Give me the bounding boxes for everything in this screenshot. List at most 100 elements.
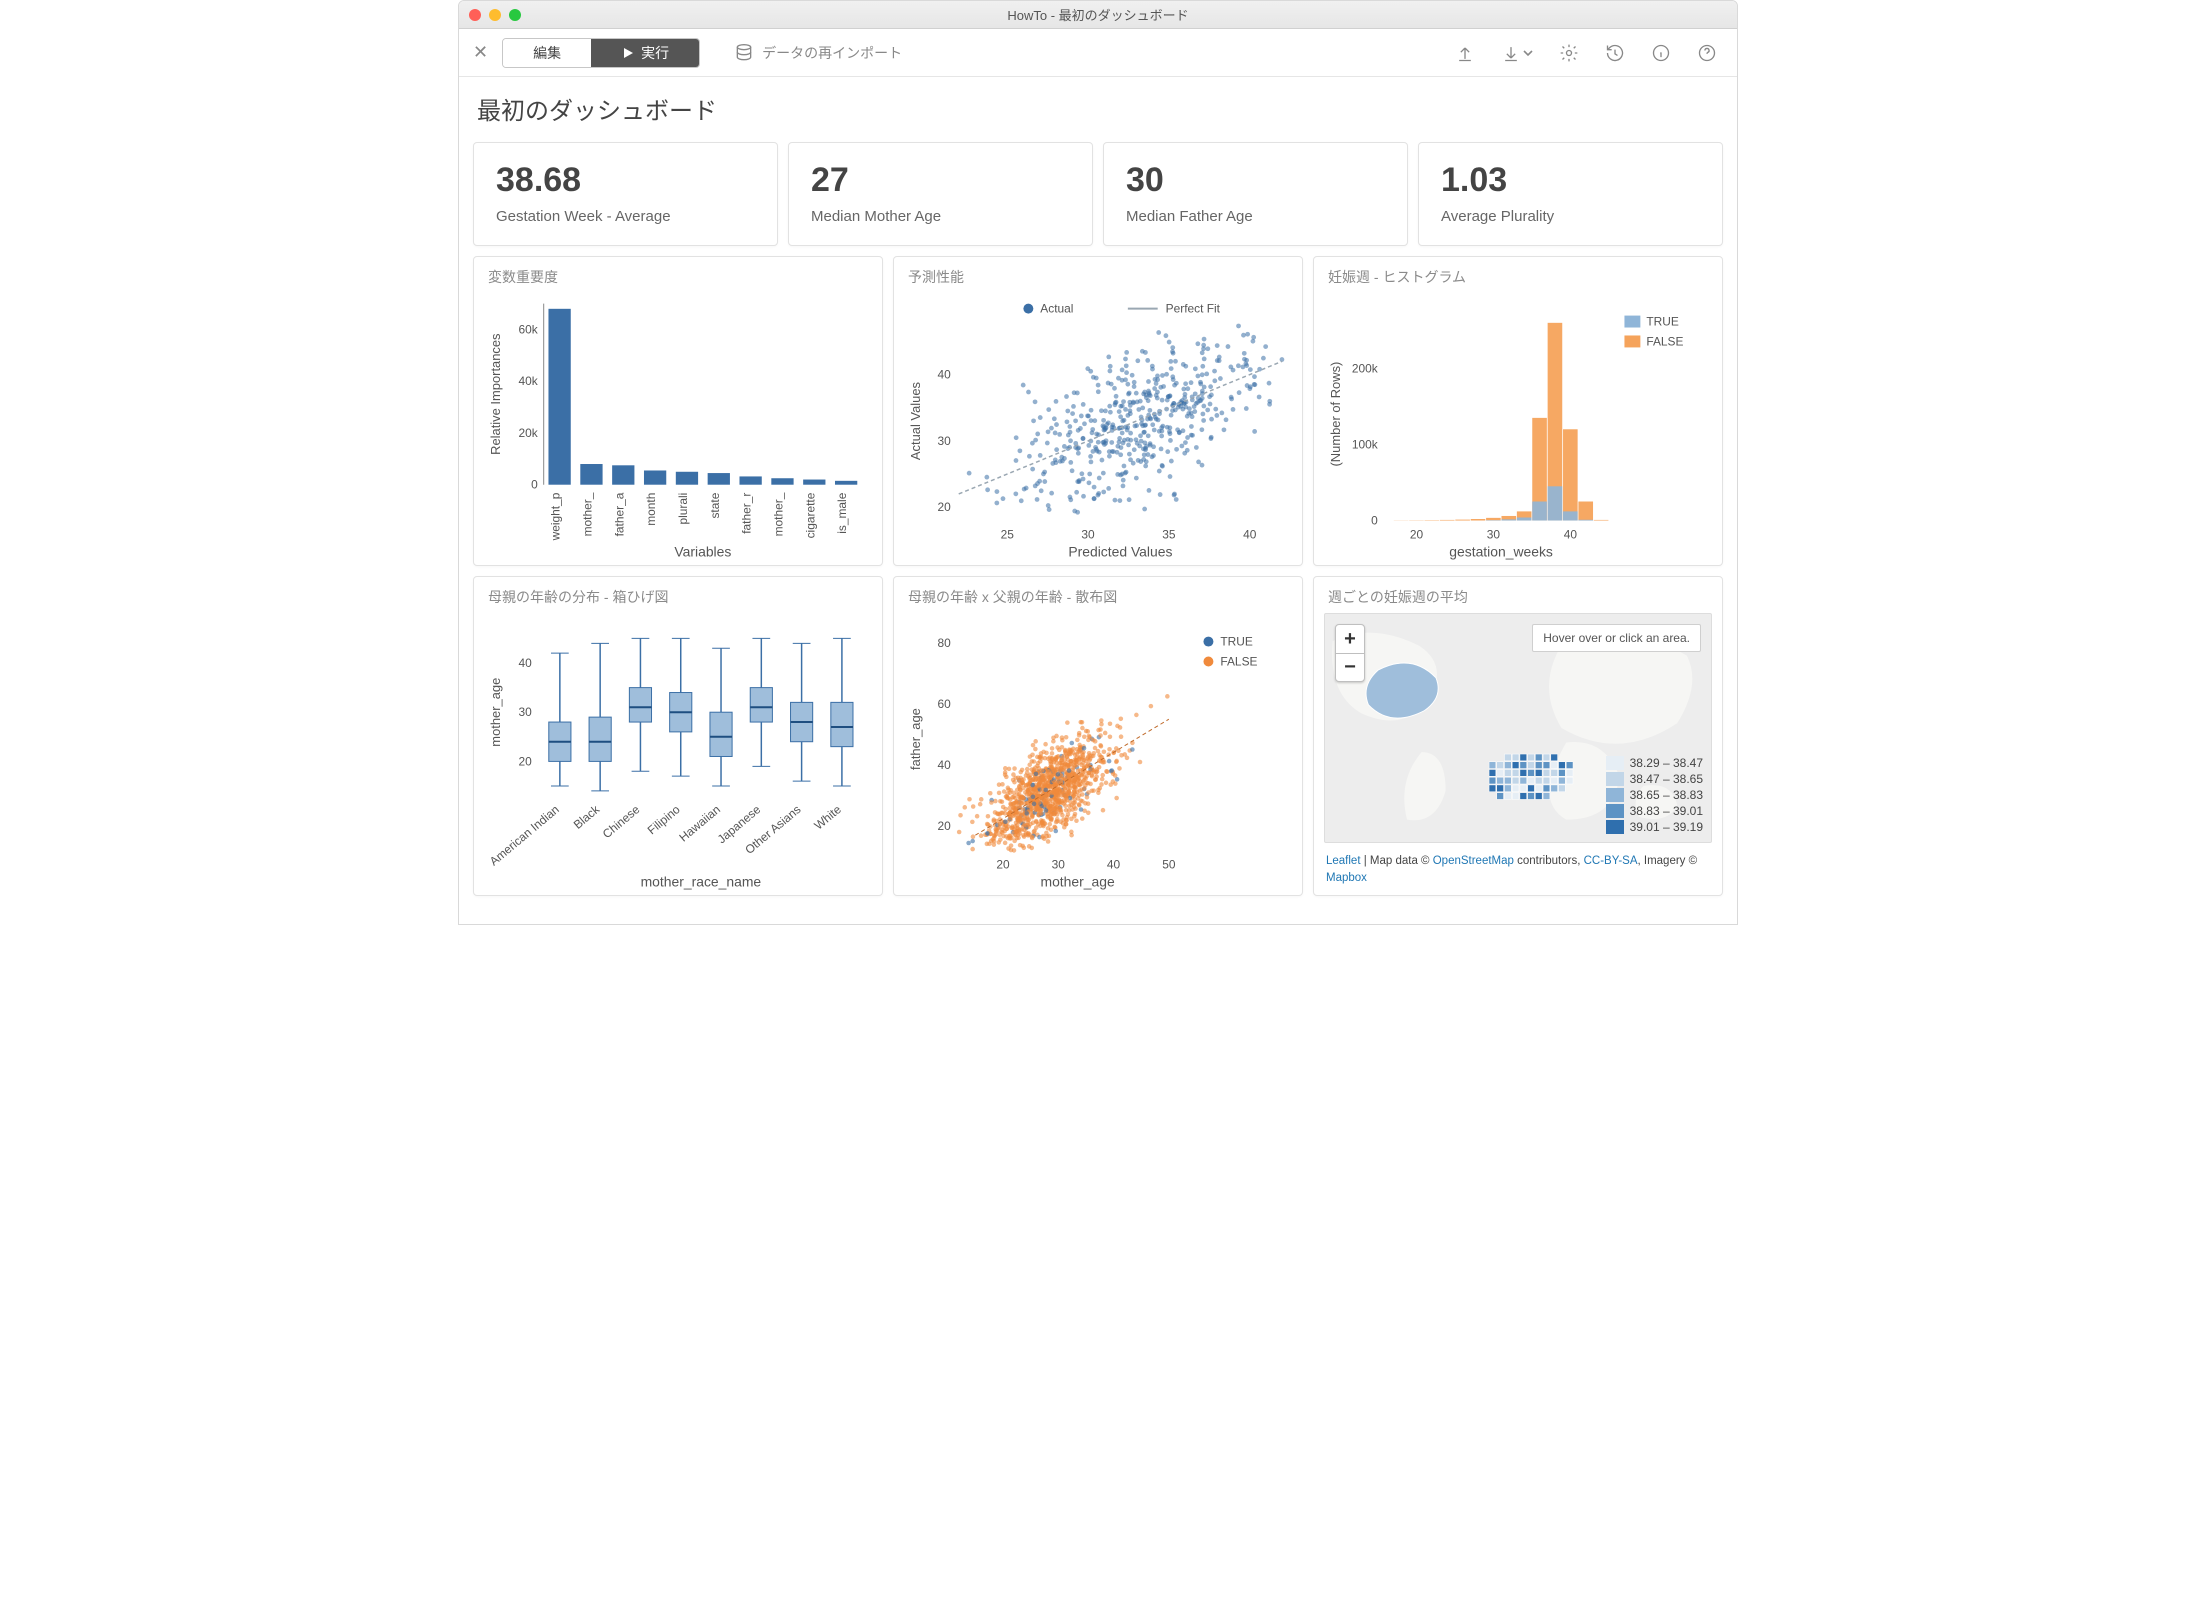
svg-text:White: White bbox=[811, 802, 844, 833]
kpi-label: Median Mother Age bbox=[811, 208, 1070, 225]
upload-icon bbox=[1455, 43, 1475, 63]
svg-text:mother_: mother_ bbox=[580, 492, 594, 536]
database-icon bbox=[734, 43, 754, 63]
chart-gestation-histogram: 妊娠週 - ヒストグラム 2030400100k200kgestation_we… bbox=[1313, 256, 1723, 566]
kpi-value: 27 bbox=[811, 161, 1070, 200]
run-label: 実行 bbox=[641, 43, 669, 63]
kpi-row: 38.68 Gestation Week - Average 27 Median… bbox=[473, 142, 1723, 246]
svg-text:Chinese: Chinese bbox=[600, 802, 643, 841]
map-legend: 38.29 – 38.4738.47 – 38.6538.65 – 38.833… bbox=[1606, 754, 1703, 834]
svg-text:mother_age: mother_age bbox=[1040, 873, 1114, 889]
gear-icon bbox=[1559, 43, 1579, 63]
svg-text:20: 20 bbox=[937, 819, 951, 833]
svg-text:40: 40 bbox=[1243, 527, 1257, 541]
settings-button[interactable] bbox=[1553, 37, 1585, 69]
chart-svg: ActualPerfect Fit25303540203040Predicted… bbox=[904, 293, 1292, 563]
svg-text:gestation_weeks: gestation_weeks bbox=[1449, 543, 1553, 559]
traffic-close[interactable] bbox=[469, 9, 481, 21]
chart-svg: 2030400100k200kgestation_weeks(Number of… bbox=[1324, 293, 1712, 563]
svg-text:40: 40 bbox=[1564, 527, 1578, 541]
kpi-value: 1.03 bbox=[1441, 161, 1700, 200]
traffic-zoom[interactable] bbox=[509, 9, 521, 21]
osm-link[interactable]: OpenStreetMap bbox=[1433, 855, 1514, 867]
chart-row-3: 母親の年齢の分布 - 箱ひげ図 203040mother_ageAmerican… bbox=[473, 576, 1723, 896]
window-title: HowTo - 最初のダッシュボード bbox=[459, 5, 1737, 24]
svg-text:Actual: Actual bbox=[1040, 302, 1073, 316]
svg-text:FALSE: FALSE bbox=[1646, 334, 1683, 348]
kpi-value: 30 bbox=[1126, 161, 1385, 200]
kpi-value: 38.68 bbox=[496, 161, 755, 200]
zoom-in-button[interactable]: + bbox=[1336, 625, 1364, 653]
edit-label: 編集 bbox=[533, 43, 561, 63]
mapbox-link[interactable]: Mapbox bbox=[1326, 872, 1367, 884]
map-attribution: Leaflet | Map data © OpenStreetMap contr… bbox=[1314, 849, 1722, 898]
svg-text:100k: 100k bbox=[1352, 437, 1378, 451]
svg-text:30: 30 bbox=[1052, 857, 1066, 871]
kpi-label: Median Father Age bbox=[1126, 208, 1385, 225]
svg-text:TRUE: TRUE bbox=[1646, 315, 1679, 329]
svg-text:35: 35 bbox=[1162, 527, 1176, 541]
svg-text:40: 40 bbox=[518, 656, 532, 670]
download-button[interactable] bbox=[1495, 37, 1539, 69]
svg-text:cigarette: cigarette bbox=[803, 492, 817, 538]
history-button[interactable] bbox=[1599, 37, 1631, 69]
reimport-label: データの再インポート bbox=[762, 43, 902, 63]
chart-title: 週ごとの妊娠週の平均 bbox=[1314, 577, 1722, 607]
traffic-minimize[interactable] bbox=[489, 9, 501, 21]
svg-text:50: 50 bbox=[1162, 857, 1176, 871]
svg-text:American Indian: American Indian bbox=[487, 802, 562, 868]
chevron-down-icon bbox=[1523, 48, 1533, 58]
svg-text:60k: 60k bbox=[518, 322, 537, 336]
chart-title: 予測性能 bbox=[894, 257, 1302, 287]
svg-text:20: 20 bbox=[518, 754, 532, 768]
svg-text:200k: 200k bbox=[1352, 361, 1378, 375]
svg-text:father_age: father_age bbox=[908, 708, 923, 770]
kpi-plurality: 1.03 Average Plurality bbox=[1418, 142, 1723, 246]
chart-title: 母親の年齢 x 父親の年齢 - 散布図 bbox=[894, 577, 1302, 607]
chart-svg: 020k40k60kRelative Importancesweight_pmo… bbox=[484, 293, 872, 563]
upload-button[interactable] bbox=[1449, 37, 1481, 69]
svg-text:father_r: father_r bbox=[740, 493, 754, 534]
play-icon bbox=[621, 46, 635, 60]
svg-text:30: 30 bbox=[1081, 527, 1095, 541]
chart-map-gestation: 週ごとの妊娠週の平均 + − Hover over or click an ar… bbox=[1313, 576, 1723, 896]
map-hover-hint: Hover over or click an area. bbox=[1532, 624, 1701, 652]
svg-text:20: 20 bbox=[996, 857, 1010, 871]
svg-text:40k: 40k bbox=[518, 374, 537, 388]
svg-text:40: 40 bbox=[937, 758, 951, 772]
info-button[interactable] bbox=[1645, 37, 1677, 69]
close-icon[interactable]: ✕ bbox=[473, 42, 488, 63]
run-button[interactable]: 実行 bbox=[591, 39, 699, 67]
svg-text:mother_race_name: mother_race_name bbox=[641, 873, 762, 889]
zoom-out-button[interactable]: − bbox=[1336, 653, 1364, 681]
svg-text:FALSE: FALSE bbox=[1220, 654, 1257, 668]
history-icon bbox=[1605, 43, 1625, 63]
map-canvas[interactable]: + − Hover over or click an area. 38.29 –… bbox=[1324, 613, 1712, 843]
chart-title: 妊娠週 - ヒストグラム bbox=[1314, 257, 1722, 287]
svg-text:40: 40 bbox=[1107, 857, 1121, 871]
help-button[interactable] bbox=[1691, 37, 1723, 69]
svg-text:Predicted Values: Predicted Values bbox=[1068, 543, 1172, 559]
svg-text:father_a: father_a bbox=[612, 492, 626, 536]
svg-text:30: 30 bbox=[518, 705, 532, 719]
download-icon bbox=[1501, 43, 1521, 63]
leaflet-link[interactable]: Leaflet bbox=[1326, 855, 1361, 867]
svg-text:20k: 20k bbox=[518, 426, 537, 440]
svg-text:0: 0 bbox=[1371, 514, 1378, 528]
chart-row-2: 変数重要度 020k40k60kRelative Importancesweig… bbox=[473, 256, 1723, 566]
svg-text:Actual Values: Actual Values bbox=[908, 382, 923, 460]
reimport-button[interactable]: データの再インポート bbox=[734, 43, 902, 63]
chart-prediction-performance: 予測性能 ActualPerfect Fit25303540203040Pred… bbox=[893, 256, 1303, 566]
svg-text:Perfect Fit: Perfect Fit bbox=[1166, 302, 1221, 316]
edit-button[interactable]: 編集 bbox=[503, 39, 591, 67]
svg-text:Black: Black bbox=[571, 802, 602, 831]
kpi-mother-age: 27 Median Mother Age bbox=[788, 142, 1093, 246]
chart-mother-age-boxplot: 母親の年齢の分布 - 箱ひげ図 203040mother_ageAmerican… bbox=[473, 576, 883, 896]
cc-link[interactable]: CC-BY-SA bbox=[1584, 855, 1638, 867]
svg-text:mother_: mother_ bbox=[771, 492, 785, 536]
map-zoom-control: + − bbox=[1335, 624, 1365, 682]
chart-svg: 2030405020406080mother_agefather_ageTRUE… bbox=[904, 613, 1292, 893]
svg-text:Relative Importances: Relative Importances bbox=[488, 333, 503, 454]
svg-text:30: 30 bbox=[1487, 527, 1501, 541]
chart-mother-father-scatter: 母親の年齢 x 父親の年齢 - 散布図 2030405020406080moth… bbox=[893, 576, 1303, 896]
